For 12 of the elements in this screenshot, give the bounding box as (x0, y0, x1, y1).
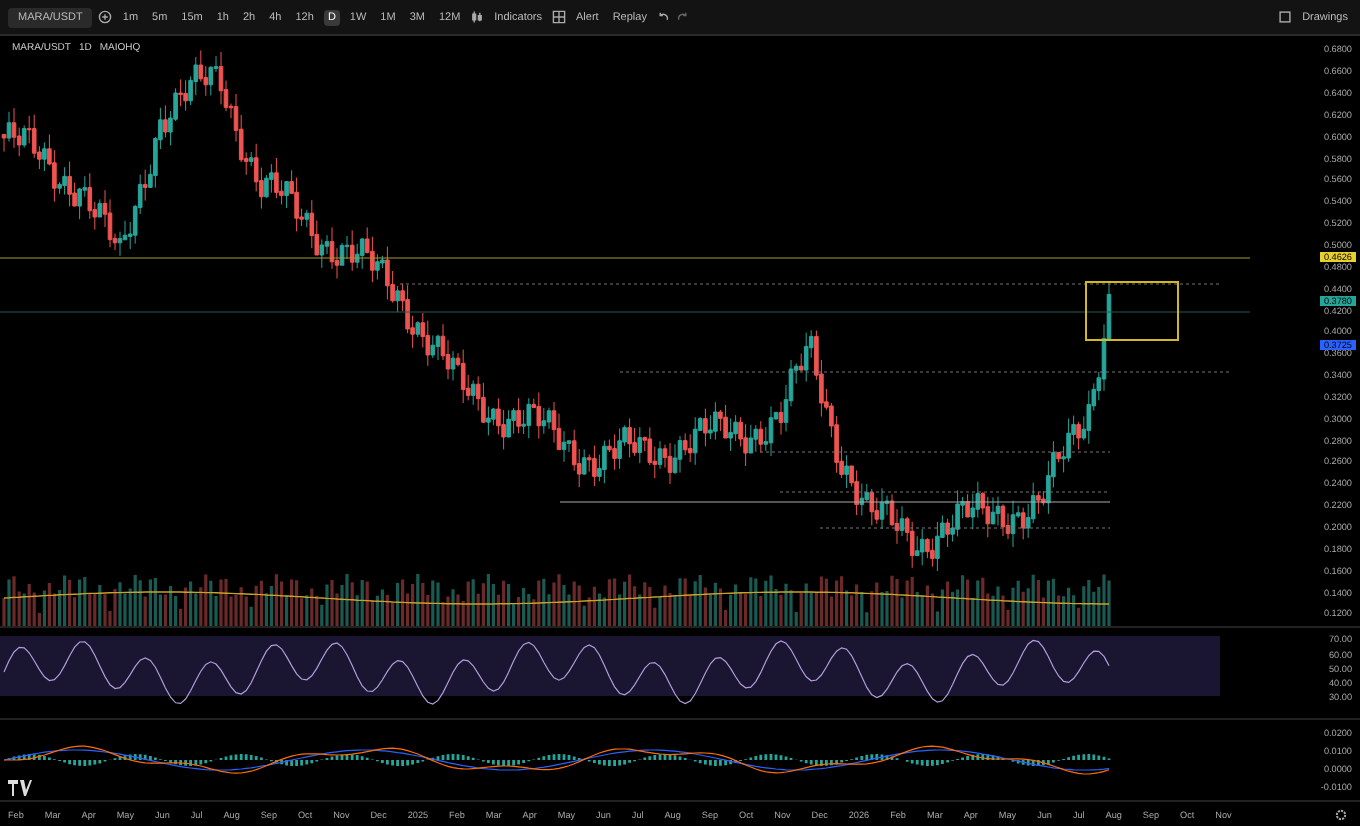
square-icon[interactable] (1278, 10, 1293, 25)
candles-icon[interactable] (470, 10, 485, 25)
rectangle-drawing[interactable] (1085, 281, 1179, 342)
redo-icon[interactable] (676, 10, 691, 25)
dotted-level-lines[interactable] (399, 284, 1231, 530)
settings-icon[interactable] (1334, 807, 1348, 822)
horizontal-line[interactable] (0, 258, 1250, 260)
add-icon[interactable] (98, 10, 113, 25)
undo-icon[interactable] (656, 10, 671, 25)
logo-icon (8, 780, 32, 797)
support-line[interactable] (559, 502, 1111, 504)
layout-icon[interactable] (552, 10, 567, 25)
